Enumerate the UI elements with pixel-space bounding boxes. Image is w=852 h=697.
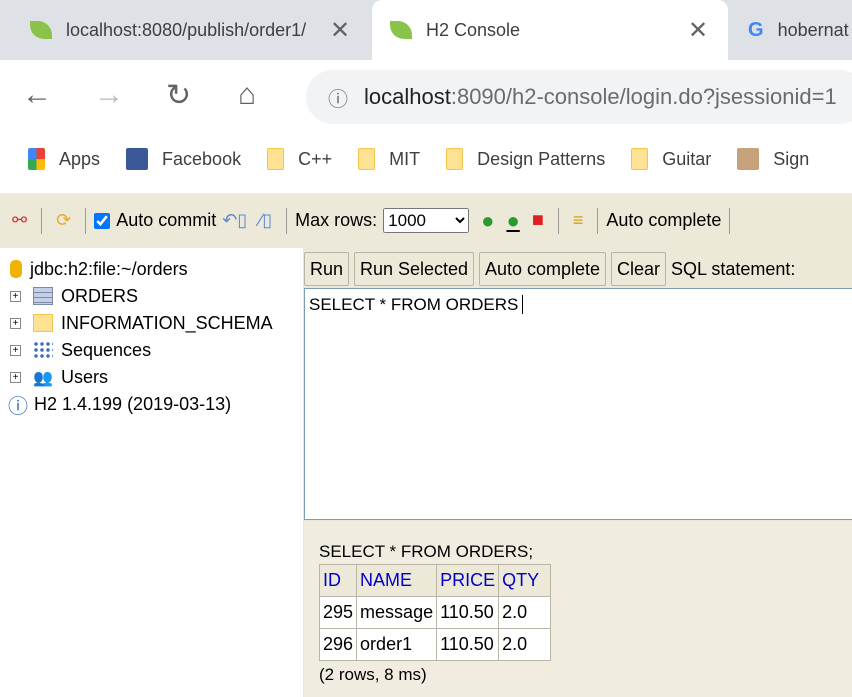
folder-icon	[446, 148, 464, 170]
table-row: 296 order1 110.50 2.0	[318, 628, 552, 661]
results-summary: (2 rows, 8 ms)	[319, 665, 427, 684]
schema-tree: jdbc:h2:file:~/orders + ORDERS + INFORMATI…	[0, 248, 303, 697]
back-icon[interactable]: ←	[22, 78, 52, 112]
auto-complete-button[interactable]: Auto complete	[479, 252, 607, 286]
commit-icon[interactable]: ∕▯	[259, 210, 272, 231]
expand-icon[interactable]: +	[10, 317, 21, 329]
info-icon: ⓘ	[8, 395, 28, 418]
tab-google[interactable]: Ghobernat	[748, 0, 852, 60]
column-header: PRICE	[436, 564, 500, 597]
sequences-icon	[33, 341, 53, 359]
bookmark-guitar[interactable]: Guitar	[631, 148, 711, 170]
tree-item-sequences[interactable]: + Sequences	[10, 338, 151, 362]
results-panel: SELECT * FROM ORDERS; ID NAME PRICE QTY 295…	[304, 521, 852, 697]
home-icon[interactable]: ⌂	[238, 78, 256, 112]
rollback-icon[interactable]: ↶▯	[222, 210, 247, 231]
folder-icon	[631, 148, 649, 170]
google-icon: G	[748, 18, 764, 41]
address-bar[interactable]: ⓘ localhost:8090/h2-console/login.do?jses…	[306, 70, 852, 124]
info-icon: ⓘ	[328, 88, 348, 111]
auto-complete-toggle[interactable]: Auto complete	[606, 210, 721, 231]
column-header: QTY	[498, 564, 552, 597]
bookmark-design-patterns[interactable]: Design Patterns	[446, 148, 605, 170]
sql-input[interactable]: SELECT * FROM ORDERS	[304, 288, 852, 520]
bookmark-cpp[interactable]: C++	[267, 148, 332, 170]
clear-button[interactable]: Clear	[611, 252, 667, 286]
spring-leaf-icon	[30, 21, 52, 39]
close-tab-icon[interactable]: ✕	[688, 16, 708, 45]
database-icon	[10, 260, 22, 278]
users-icon: 👥	[33, 370, 53, 387]
folder-icon	[267, 148, 285, 170]
bookmark-apps[interactable]: Apps	[28, 148, 100, 170]
tab-bar: localhost:8080/publish/order1/✕ H2 Conso…	[0, 0, 852, 60]
expand-icon[interactable]: +	[10, 371, 21, 383]
disconnect-icon[interactable]: ⚯	[12, 210, 27, 231]
reload-icon[interactable]: ↻	[166, 78, 191, 113]
auto-commit-checkbox[interactable]	[94, 212, 111, 229]
tab-publish[interactable]: localhost:8080/publish/order1/✕	[0, 0, 370, 60]
run-selected-button[interactable]: Run Selected	[354, 252, 475, 286]
max-rows-select[interactable]: 1000	[383, 208, 470, 233]
version-info: ⓘ H2 1.4.199 (2019-03-13)	[8, 392, 231, 418]
column-header: NAME	[356, 564, 438, 597]
pe-icon	[737, 148, 760, 170]
expand-icon[interactable]: +	[10, 344, 21, 356]
bookmark-mit[interactable]: MIT	[358, 148, 420, 170]
tree-item-information-schema[interactable]: + INFORMATION_SCHEMA	[10, 311, 273, 335]
run-icon[interactable]: ●	[481, 208, 494, 234]
bookmarks-bar: Apps Facebook C++ MIT Design Patterns Gu…	[0, 128, 852, 190]
bookmark-sign[interactable]: Sign	[737, 148, 809, 170]
tree-connection[interactable]: jdbc:h2:file:~/orders	[10, 257, 188, 281]
folder-icon	[358, 148, 376, 170]
bookmark-facebook[interactable]: Facebook	[126, 148, 241, 170]
facebook-icon	[126, 148, 149, 170]
tree-item-users[interactable]: + 👥 Users	[10, 365, 108, 389]
expand-icon[interactable]: +	[10, 290, 21, 302]
forward-icon[interactable]: →	[94, 78, 124, 112]
table-row: 295 message 110.50 2.0	[318, 596, 552, 629]
history-icon[interactable]: ≡	[573, 210, 584, 231]
tree-item-orders[interactable]: + ORDERS	[10, 284, 138, 308]
spring-leaf-icon	[390, 21, 412, 39]
folder-icon	[33, 314, 53, 332]
run-selected-icon[interactable]: ●	[506, 208, 519, 234]
stop-icon[interactable]: ■	[532, 209, 544, 232]
tab-h2-console[interactable]: H2 Console ✕	[372, 0, 728, 60]
sql-statement-label: SQL statement:	[671, 259, 796, 279]
run-button[interactable]: Run	[304, 252, 350, 286]
apps-icon	[28, 148, 45, 170]
h2-toolbar: ⚯ ⟳ Auto commit ↶▯ ∕▯ Max rows: 1000 ● ●…	[0, 193, 852, 248]
refresh-icon[interactable]: ⟳	[56, 210, 71, 231]
close-tab-icon[interactable]: ✕	[330, 16, 350, 45]
results-table: ID NAME PRICE QTY 295 message 110.50 2.0 296 or…	[318, 564, 552, 661]
table-icon	[33, 287, 53, 305]
executed-statement: SELECT * FROM ORDERS;	[319, 542, 534, 561]
column-header: ID	[318, 564, 358, 597]
